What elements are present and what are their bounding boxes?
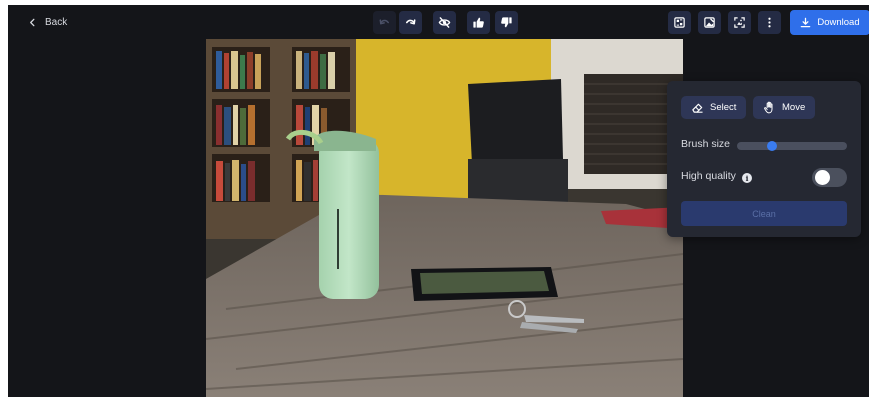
toggle-knob <box>815 170 830 185</box>
edited-photo[interactable] <box>206 39 683 397</box>
compare-icon <box>674 17 685 28</box>
brush-size-slider[interactable] <box>737 141 847 151</box>
office-desk-photo <box>206 39 683 397</box>
compare-button[interactable] <box>668 11 691 34</box>
more-options-button[interactable] <box>758 11 781 34</box>
download-button[interactable]: Download <box>790 10 869 35</box>
select-tool-label: Select <box>710 102 737 113</box>
image-edit-icon <box>704 17 715 28</box>
brush-panel: Select Move Brush size High quality i Cl… <box>667 81 861 237</box>
info-icon[interactable]: i <box>742 173 752 183</box>
redo-icon <box>405 19 416 25</box>
focus-frame-icon <box>734 17 745 28</box>
back-button[interactable]: Back <box>28 14 67 30</box>
brush-size-slider-thumb[interactable] <box>767 141 777 151</box>
download-icon <box>801 17 811 28</box>
brush-size-label: Brush size <box>681 138 731 150</box>
focus-frame-button[interactable] <box>728 11 751 34</box>
thumbs-up-icon <box>473 17 484 28</box>
eraser-icon <box>692 103 703 113</box>
like-button[interactable] <box>467 11 490 34</box>
undo-icon <box>379 19 389 25</box>
select-tool-button[interactable]: Select <box>681 96 747 119</box>
hand-icon <box>764 101 773 114</box>
download-label: Download <box>817 17 860 28</box>
image-edit-button[interactable] <box>698 11 721 34</box>
clean-button[interactable]: Clean <box>681 201 847 226</box>
move-tool-button[interactable]: Move <box>753 96 816 119</box>
thumbs-down-icon <box>501 17 512 28</box>
hide-preview-button[interactable] <box>433 11 456 34</box>
dislike-button[interactable] <box>495 11 518 34</box>
clean-label: Clean <box>752 208 776 219</box>
high-quality-toggle[interactable] <box>812 168 847 187</box>
eye-off-icon <box>438 17 451 28</box>
high-quality-label: High quality <box>681 170 736 182</box>
redo-button[interactable] <box>399 11 422 34</box>
undo-button[interactable] <box>373 11 396 34</box>
back-label: Back <box>45 16 68 28</box>
move-tool-label: Move <box>782 102 806 113</box>
more-vertical-icon <box>768 17 771 28</box>
chevron-left-icon <box>30 18 35 26</box>
editor-window: Back Download Select Move Brush size Hig… <box>8 5 869 397</box>
